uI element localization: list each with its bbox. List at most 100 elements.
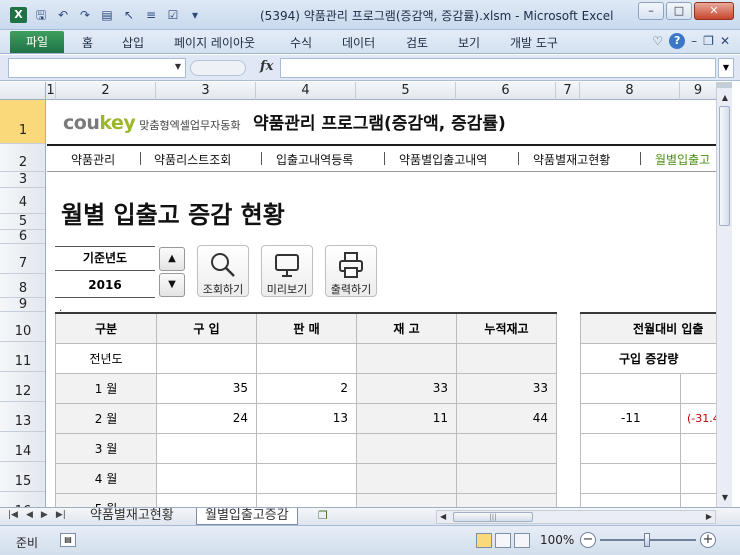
ribbon-collapse-icon[interactable]: ♡ [652, 34, 663, 48]
year-down-button[interactable]: ▼ [159, 273, 185, 297]
menu-item-inout-register[interactable]: 입출고내역등록 [276, 151, 353, 168]
scroll-right-icon[interactable]: ▶ [706, 511, 712, 523]
compare-pct-cell[interactable] [679, 372, 716, 404]
form-icon[interactable]: ▤ [98, 6, 116, 24]
row-header[interactable]: 3 [0, 172, 45, 188]
macro-record-icon[interactable]: ▤ [60, 533, 76, 547]
scroll-left-icon[interactable]: ◀ [440, 511, 446, 523]
help-icon[interactable]: ? [669, 33, 686, 49]
zoom-in-icon[interactable]: + [700, 532, 716, 548]
save-icon[interactable]: 🖫 [32, 6, 50, 24]
cumulative-cell[interactable] [456, 342, 557, 374]
scroll-down-icon[interactable]: ▼ [717, 490, 733, 506]
compare-amount-cell[interactable]: -11 [580, 402, 681, 434]
compare-amount-cell[interactable] [580, 462, 681, 494]
purchase-cell[interactable]: 24 [156, 402, 257, 434]
tab-page-layout[interactable]: 페이지 레이아웃 [174, 34, 255, 51]
purchase-cell[interactable] [156, 432, 257, 464]
zoom-out-icon[interactable]: − [580, 532, 596, 548]
select-all-corner[interactable] [0, 82, 46, 100]
row-header[interactable]: 9 [0, 298, 45, 312]
purchase-cell[interactable] [156, 462, 257, 494]
vertical-scroll-thumb[interactable] [719, 106, 730, 226]
workbook-close-icon[interactable]: ✕ [720, 34, 730, 48]
stock-cell[interactable] [356, 342, 457, 374]
vertical-scrollbar[interactable]: ▲ ▼ [716, 82, 732, 507]
minimize-icon[interactable]: – [638, 2, 664, 20]
horizontal-scroll-thumb[interactable]: ||| [453, 512, 533, 522]
compare-amount-cell[interactable] [580, 432, 681, 464]
column-header[interactable]: 2 [56, 82, 156, 100]
row-header[interactable]: 5 [0, 214, 45, 230]
tab-data[interactable]: 데이터 [342, 34, 375, 51]
workbook-minimize-icon[interactable]: – [691, 34, 697, 48]
undo-icon[interactable]: ↶ [54, 6, 72, 24]
row-header[interactable]: 13 [0, 402, 45, 432]
compare-pct-cell[interactable] [679, 492, 716, 507]
name-box[interactable]: ▼ [8, 58, 186, 78]
row-header[interactable]: 4 [0, 188, 45, 214]
row-label[interactable]: 4 월 [55, 462, 157, 494]
page-break-view-icon[interactable] [514, 533, 530, 548]
last-sheet-icon[interactable]: ▶| [56, 510, 66, 520]
compare-amount-cell[interactable] [580, 492, 681, 507]
menu-item-monthly-inout[interactable]: 월별입출고 [655, 151, 710, 168]
purchase-cell[interactable] [156, 492, 257, 507]
preview-button[interactable]: 미리보기 [261, 245, 313, 297]
formula-input[interactable] [280, 58, 716, 78]
scroll-up-icon[interactable]: ▲ [717, 90, 733, 106]
sheet-tab-drug-stock[interactable]: 약품별재고현황 [82, 508, 182, 525]
tab-file[interactable]: 파일 [10, 31, 64, 53]
next-sheet-icon[interactable]: ▶ [41, 510, 48, 520]
select-icon[interactable]: ↖ [120, 6, 138, 24]
stock-cell[interactable]: 11 [356, 402, 457, 434]
cumulative-cell[interactable] [456, 492, 557, 507]
compare-pct-cell[interactable] [679, 462, 716, 494]
purchase-cell[interactable] [156, 342, 257, 374]
compare-amount-cell[interactable] [580, 372, 681, 404]
tab-formulas[interactable]: 수식 [290, 34, 312, 51]
row-label[interactable]: 1 월 [55, 372, 157, 404]
column-header[interactable]: 5 [356, 82, 456, 100]
menu-item-drug-inout-history[interactable]: 약품별입출고내역 [399, 151, 487, 168]
sales-cell[interactable]: 13 [256, 402, 357, 434]
row-header[interactable]: 12 [0, 372, 45, 402]
compare-pct-cell[interactable] [679, 432, 716, 464]
column-header[interactable]: 4 [256, 82, 356, 100]
tab-home[interactable]: 홈 [82, 34, 93, 51]
year-value[interactable]: 2016 [55, 272, 155, 298]
purchase-cell[interactable]: 35 [156, 372, 257, 404]
column-header[interactable]: 3 [156, 82, 256, 100]
maximize-icon[interactable]: □ [666, 2, 692, 20]
row-label[interactable]: 5 월 [55, 492, 157, 507]
row-header[interactable]: 6 [0, 230, 45, 244]
stock-cell[interactable]: 33 [356, 372, 457, 404]
row-header[interactable]: 11 [0, 342, 45, 372]
row-header[interactable]: 2 [0, 144, 45, 172]
cumulative-cell[interactable]: 44 [456, 402, 557, 434]
first-sheet-icon[interactable]: |◀ [8, 510, 18, 520]
row-header[interactable]: 15 [0, 462, 45, 492]
tab-insert[interactable]: 삽입 [122, 34, 144, 51]
tab-view[interactable]: 보기 [458, 34, 480, 51]
row-header[interactable]: 16 [0, 492, 45, 507]
compare-pct-cell[interactable]: (-31.4 [679, 402, 716, 434]
new-sheet-icon[interactable]: ❐ [318, 509, 328, 522]
stock-cell[interactable] [356, 432, 457, 464]
cumulative-cell[interactable] [456, 432, 557, 464]
tab-review[interactable]: 검토 [406, 34, 428, 51]
print-button[interactable]: 출력하기 [325, 245, 377, 297]
prev-sheet-icon[interactable]: ◀ [26, 510, 33, 520]
page-layout-view-icon[interactable] [495, 533, 511, 548]
filter-icon[interactable]: ≡ [142, 6, 160, 24]
workbook-restore-icon[interactable]: ❐ [703, 34, 714, 48]
normal-view-icon[interactable] [476, 533, 492, 548]
year-up-button[interactable]: ▲ [159, 247, 185, 271]
column-header[interactable]: 6 [456, 82, 556, 100]
row-label[interactable]: 3 월 [55, 432, 157, 464]
menu-item-drug-management[interactable]: 약품관리 [71, 151, 115, 168]
stock-cell[interactable] [356, 492, 457, 507]
zoom-level[interactable]: 100% [540, 533, 574, 547]
sales-cell[interactable] [256, 492, 357, 507]
column-header[interactable]: 9 [680, 82, 716, 100]
